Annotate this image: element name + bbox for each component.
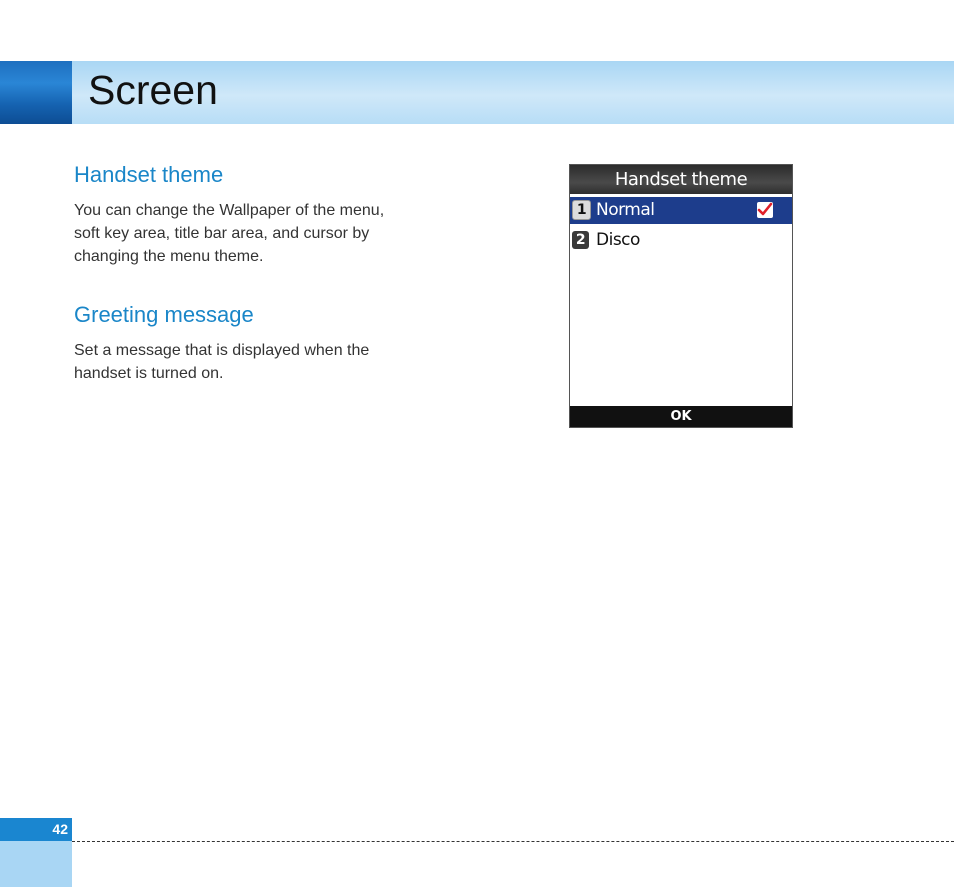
page-number: 42 — [52, 821, 68, 837]
footer-strip — [0, 841, 72, 887]
page-title: Screen — [88, 67, 218, 113]
header-tab — [0, 61, 72, 124]
menu-item-label: Normal — [596, 200, 655, 220]
footer-divider — [72, 841, 954, 842]
number-badge: 2 — [572, 231, 589, 249]
menu-item-normal[interactable]: 1 Normal — [570, 197, 792, 224]
phone-screen: Handset theme 1 Normal 2 Disco OK — [569, 164, 793, 428]
page-number-box: 42 — [0, 818, 72, 841]
menu-item-label: Disco — [596, 230, 640, 250]
number-badge: 1 — [572, 200, 591, 220]
body-line: You can change the Wallpaper of the menu… — [74, 202, 385, 219]
ok-softkey[interactable]: OK — [570, 406, 792, 427]
check-mark-icon — [757, 202, 773, 218]
menu-item-disco[interactable]: 2 Disco — [570, 227, 792, 254]
body-line: Set a message that is displayed when the — [74, 342, 370, 359]
body-line: handset is turned on. — [74, 365, 224, 382]
body-line: changing the menu theme. — [74, 248, 264, 265]
section-title-handset-theme: Handset theme — [74, 162, 224, 187]
section-body-greeting-message: Set a message that is displayed when the… — [74, 339, 434, 385]
body-line: soft key area, title bar area, and curso… — [74, 225, 370, 242]
section-body-handset-theme: You can change the Wallpaper of the menu… — [74, 199, 434, 268]
phone-title-bar: Handset theme — [570, 165, 792, 194]
section-title-greeting-message: Greeting message — [74, 302, 254, 327]
